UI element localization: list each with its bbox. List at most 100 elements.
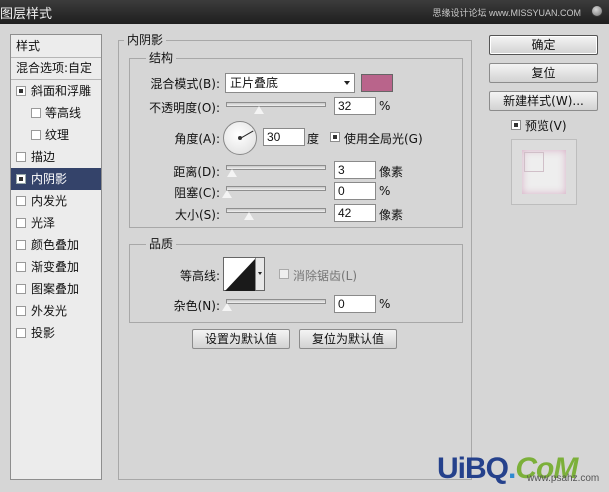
color-overlay-checkbox[interactable]	[16, 240, 26, 250]
style-list: 样式 混合选项:自定 斜面和浮雕 等高线 纹理 描边 内阴影 内发光 光泽 颜色…	[10, 34, 102, 480]
size-input[interactable]: 42	[334, 204, 376, 222]
sidebar-item-label: 渐变叠加	[31, 260, 80, 274]
satin-checkbox[interactable]	[16, 218, 26, 228]
sidebar-item-satin[interactable]: 光泽	[11, 212, 101, 234]
watermark-text: 思缘设计论坛 www.MISSYUAN.COM	[432, 8, 581, 18]
anti-aliased-checkbox[interactable]	[279, 269, 289, 279]
opacity-slider-handle[interactable]	[253, 105, 265, 115]
inner-shadow-checkbox[interactable]	[16, 174, 26, 184]
chevron-down-icon[interactable]	[255, 258, 264, 290]
gradient-overlay-checkbox[interactable]	[16, 262, 26, 272]
preview-highlight	[524, 152, 544, 172]
bevel-emboss-checkbox[interactable]	[16, 86, 26, 96]
use-global-light-label[interactable]: 使用全局光(G)	[344, 130, 423, 147]
sidebar-item-outer-glow[interactable]: 外发光	[11, 300, 101, 322]
logo-text-a: UiBQ	[437, 452, 509, 485]
sidebar-item-stroke[interactable]: 描边	[11, 146, 101, 168]
contour-checkbox[interactable]	[31, 108, 41, 118]
angle-input[interactable]: 30	[263, 128, 305, 146]
contour-picker[interactable]	[223, 257, 265, 291]
sidebar-item-texture[interactable]: 纹理	[11, 124, 101, 146]
size-label: 大小(S):	[174, 208, 220, 222]
blend-mode-value: 正片叠底	[230, 76, 279, 90]
sidebar-item-label: 颜色叠加	[31, 238, 80, 252]
size-slider-handle[interactable]	[243, 211, 255, 221]
outer-glow-checkbox[interactable]	[16, 306, 26, 316]
size-slider-track[interactable]	[226, 208, 326, 213]
texture-checkbox[interactable]	[31, 130, 41, 140]
drop-shadow-checkbox[interactable]	[16, 328, 26, 338]
panel-title: 内阴影	[124, 31, 167, 48]
title-bar: 图层样式 思缘设计论坛 www.MISSYUAN.COM	[0, 0, 609, 24]
choke-slider-track[interactable]	[226, 186, 326, 191]
opacity-slider-track[interactable]	[226, 102, 326, 107]
noise-unit: %	[379, 297, 391, 311]
sidebar-item-label: 光泽	[31, 216, 56, 230]
distance-unit: 像素	[379, 165, 404, 179]
noise-slider-track[interactable]	[226, 299, 326, 304]
shadow-color-swatch[interactable]	[361, 74, 393, 92]
close-icon[interactable]	[591, 5, 603, 17]
sidebar-item-inner-glow[interactable]: 内发光	[11, 190, 101, 212]
structure-title: 结构	[146, 49, 177, 66]
sidebar-item-label: 内阴影	[31, 172, 68, 186]
sidebar-item-inner-shadow[interactable]: 内阴影	[11, 168, 101, 190]
angle-center-dot	[238, 136, 242, 140]
choke-unit: %	[379, 184, 391, 198]
quality-title: 品质	[146, 235, 177, 252]
style-list-header[interactable]: 样式	[11, 35, 101, 57]
contour-label: 等高线:	[179, 269, 220, 283]
pattern-overlay-checkbox[interactable]	[16, 284, 26, 294]
choke-slider-handle[interactable]	[221, 189, 233, 199]
chevron-down-icon	[344, 81, 350, 85]
contour-preview-icon	[225, 259, 255, 291]
inner-glow-checkbox[interactable]	[16, 196, 26, 206]
sidebar-item-bevel-emboss[interactable]: 斜面和浮雕	[11, 80, 101, 102]
anti-aliased-label[interactable]: 消除锯齿(L)	[293, 267, 357, 284]
stroke-checkbox[interactable]	[16, 152, 26, 162]
sidebar-item-contour[interactable]: 等高线	[11, 102, 101, 124]
sidebar-item-gradient-overlay[interactable]: 渐变叠加	[11, 256, 101, 278]
make-default-button[interactable]: 设置为默认值	[192, 329, 290, 349]
sidebar-item-label: 投影	[31, 326, 56, 340]
angle-dial[interactable]	[223, 121, 257, 155]
sidebar-item-label: 纹理	[45, 128, 70, 142]
site-url: www.psahz.com	[527, 473, 600, 484]
sidebar-item-drop-shadow[interactable]: 投影	[11, 322, 101, 344]
opacity-unit: %	[379, 99, 391, 113]
noise-label: 杂色(N):	[173, 299, 220, 313]
preview-label[interactable]: 预览(V)	[525, 117, 567, 134]
size-unit: 像素	[379, 208, 404, 222]
angle-needle	[240, 130, 254, 139]
sidebar-item-label: 斜面和浮雕	[31, 84, 92, 98]
sidebar-item-label: 内发光	[31, 194, 68, 208]
angle-unit: 度	[307, 132, 320, 146]
noise-slider-handle[interactable]	[221, 302, 233, 312]
sidebar-item-color-overlay[interactable]: 颜色叠加	[11, 234, 101, 256]
reset-to-default-button[interactable]: 复位为默认值	[299, 329, 397, 349]
blend-mode-label: 混合模式(B):	[150, 77, 220, 91]
style-preview-thumbnail	[511, 139, 577, 205]
sidebar-item-pattern-overlay[interactable]: 图案叠加	[11, 278, 101, 300]
choke-input[interactable]: 0	[334, 182, 376, 200]
sidebar-item-label: 图案叠加	[31, 282, 80, 296]
sidebar-item-label: 混合选项:自定	[16, 61, 93, 75]
choke-label: 阻塞(C):	[174, 186, 220, 200]
ok-button[interactable]: 确定	[489, 35, 598, 55]
opacity-label: 不透明度(O):	[149, 101, 220, 115]
preview-checkbox[interactable]	[511, 120, 521, 130]
noise-input[interactable]: 0	[334, 295, 376, 313]
distance-slider-track[interactable]	[226, 165, 326, 170]
sidebar-item-blending-options[interactable]: 混合选项:自定	[11, 57, 101, 79]
new-style-button[interactable]: 新建样式(W)...	[489, 91, 598, 111]
angle-label: 角度(A):	[174, 132, 220, 146]
sidebar-item-label: 外发光	[31, 304, 68, 318]
blend-mode-select[interactable]: 正片叠底	[225, 73, 355, 93]
distance-input[interactable]: 3	[334, 161, 376, 179]
reset-button[interactable]: 复位	[489, 63, 598, 83]
window-title: 图层样式	[0, 7, 53, 22]
opacity-input[interactable]: 32	[334, 97, 376, 115]
distance-label: 距离(D):	[173, 165, 220, 179]
use-global-light-checkbox[interactable]	[330, 132, 340, 142]
distance-slider-handle[interactable]	[226, 168, 238, 178]
